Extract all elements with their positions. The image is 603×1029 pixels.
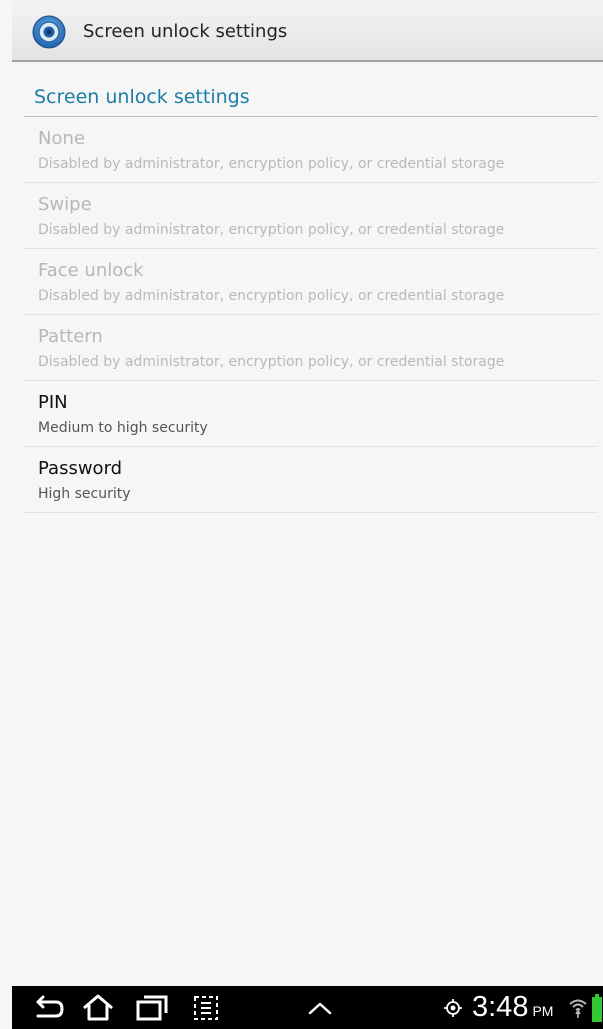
back-icon[interactable] [26, 992, 66, 1024]
option-title: Face unlock [38, 260, 144, 281]
screen: Screen unlock settings Screen unlock set… [0, 0, 603, 1029]
settings-gear-icon[interactable] [32, 15, 66, 49]
category-title: Screen unlock settings [34, 86, 250, 108]
option-title: Pattern [38, 326, 103, 347]
clock-ampm: PM [532, 1003, 554, 1019]
system-bar: 3:48 PM [12, 986, 603, 1029]
home-icon[interactable] [78, 992, 118, 1024]
action-bar: Screen unlock settings [12, 0, 603, 62]
unlock-option-pattern: Pattern Disabled by administrator, encry… [24, 315, 598, 381]
wifi-icon [569, 997, 587, 1019]
option-summary: Medium to high security [38, 420, 208, 436]
option-title: None [38, 128, 85, 149]
unlock-option-password[interactable]: Password High security [24, 447, 598, 513]
option-summary: Disabled by administrator, encryption po… [38, 354, 505, 370]
unlock-option-face-unlock: Face unlock Disabled by administrator, e… [24, 249, 598, 315]
clock-time: 3:48 [472, 991, 529, 1023]
action-bar-title: Screen unlock settings [83, 21, 288, 42]
option-summary: Disabled by administrator, encryption po… [38, 288, 505, 304]
preference-category-header: Screen unlock settings [24, 62, 598, 117]
unlock-option-pin[interactable]: PIN Medium to high security [24, 381, 598, 447]
unlock-option-swipe: Swipe Disabled by administrator, encrypt… [24, 183, 598, 249]
gps-icon [443, 998, 463, 1018]
status-clock: 3:48 PM [472, 991, 553, 1024]
chevron-up-icon[interactable] [300, 992, 340, 1024]
option-summary: High security [38, 486, 131, 502]
preference-list: Screen unlock settings None Disabled by … [24, 62, 598, 513]
option-summary: Disabled by administrator, encryption po… [38, 156, 505, 172]
screenshot-icon[interactable] [186, 992, 226, 1024]
option-title: PIN [38, 392, 68, 413]
option-title: Password [38, 458, 123, 479]
battery-icon [592, 994, 602, 1022]
option-title: Swipe [38, 194, 92, 215]
option-summary: Disabled by administrator, encryption po… [38, 222, 505, 238]
recent-apps-icon[interactable] [132, 992, 172, 1024]
unlock-option-none: None Disabled by administrator, encrypti… [24, 117, 598, 183]
